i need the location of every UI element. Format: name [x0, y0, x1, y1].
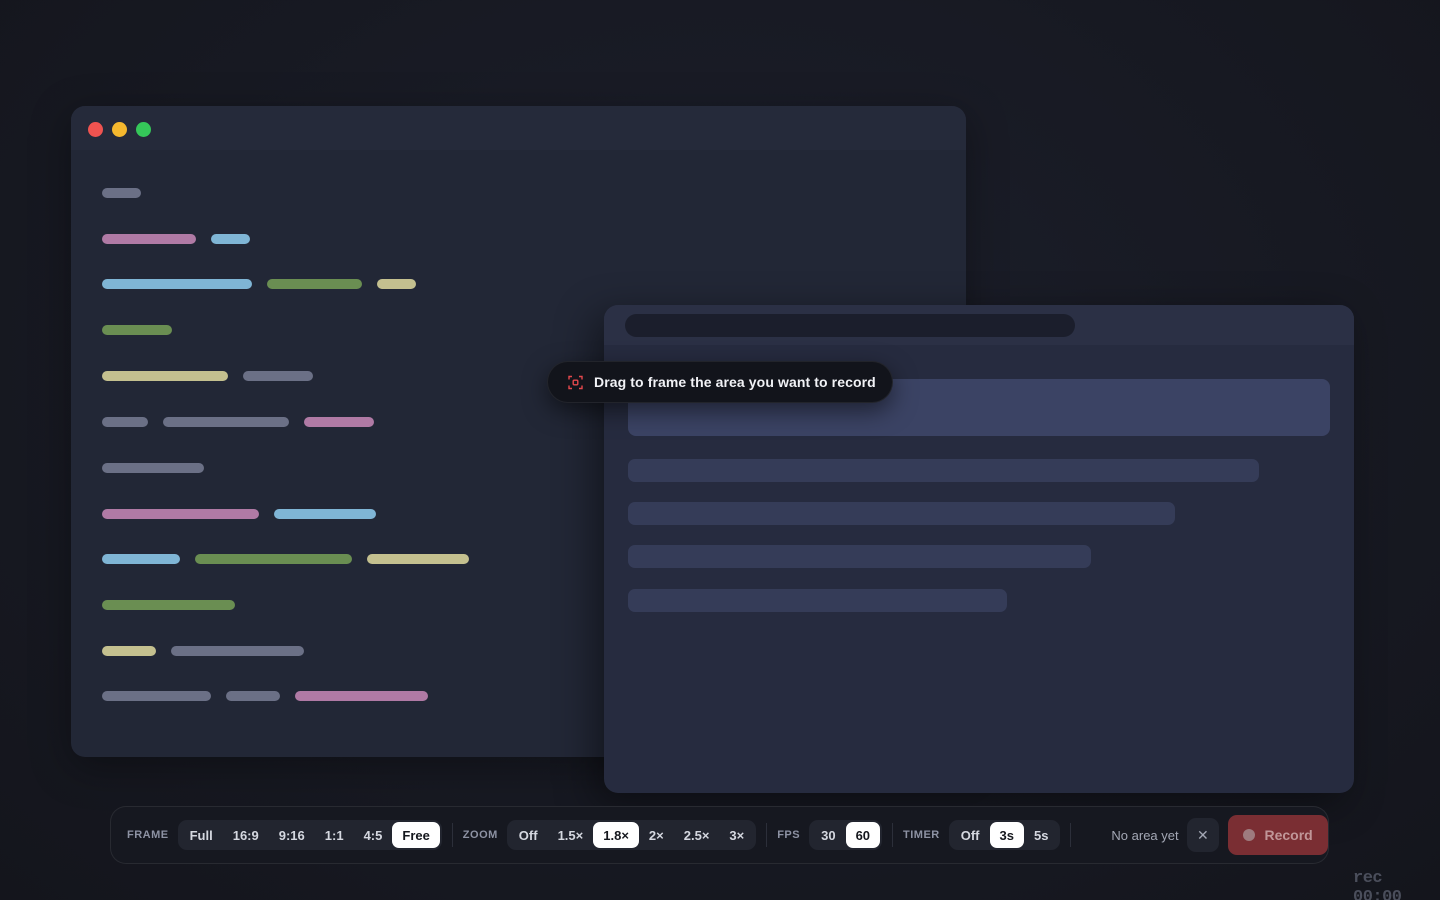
frame-option[interactable]: 1:1 — [315, 822, 354, 848]
toolbar-divider — [766, 823, 768, 847]
close-icon: ✕ — [1197, 826, 1209, 843]
browser-header — [604, 305, 1354, 345]
zoom-option[interactable]: 1.8× — [593, 822, 639, 848]
frame-selector: Full 16:9 9:16 1:1 4:5 Free — [177, 820, 442, 850]
frame-label: FRAME — [127, 829, 169, 841]
zoom-option[interactable]: 3× — [719, 822, 754, 848]
zoom-option[interactable]: 2× — [639, 822, 674, 848]
content-line — [628, 459, 1259, 482]
code-token — [102, 325, 172, 335]
code-token — [295, 691, 428, 701]
frame-hint-text: Drag to frame the area you want to recor… — [594, 374, 876, 390]
frame-option[interactable]: 9:16 — [269, 822, 315, 848]
timer-selector: Off 3s 5s — [948, 820, 1061, 850]
code-token — [171, 646, 304, 656]
frame-option[interactable]: Full — [180, 822, 223, 848]
code-token — [304, 417, 374, 427]
url-bar[interactable] — [625, 314, 1075, 337]
frame-option[interactable]: Free — [392, 822, 440, 848]
maximize-window-button[interactable] — [136, 122, 151, 137]
zoom-option[interactable]: 1.5× — [548, 822, 594, 848]
code-token — [102, 417, 148, 427]
content-line — [628, 502, 1175, 525]
code-token — [102, 463, 204, 473]
frame-hint-tooltip: Drag to frame the area you want to recor… — [547, 361, 893, 403]
recording-toolbar: FRAME Full 16:9 9:16 1:1 4:5 Free ZOOM Off 1.5… — [110, 806, 1329, 864]
record-label: Record — [1264, 827, 1313, 843]
timer-option[interactable]: 3s — [989, 822, 1024, 848]
code-token — [274, 509, 376, 519]
timer-option[interactable]: 5s — [1024, 822, 1058, 848]
timer-label: TIMER — [903, 829, 940, 841]
code-token — [267, 279, 362, 289]
code-token — [102, 371, 228, 381]
code-token — [195, 554, 352, 564]
clear-area-button[interactable]: ✕ — [1186, 818, 1220, 852]
code-token — [367, 554, 469, 564]
minimize-window-button[interactable] — [112, 122, 127, 137]
code-token — [102, 646, 156, 656]
frame-option[interactable]: 16:9 — [223, 822, 269, 848]
fps-option[interactable]: 60 — [845, 822, 881, 848]
close-window-button[interactable] — [88, 122, 103, 137]
zoom-option[interactable]: 2.5× — [674, 822, 720, 848]
fps-label: FPS — [777, 829, 801, 841]
zoom-selector: Off 1.5× 1.8× 2× 2.5× 3× — [506, 820, 757, 850]
toolbar-divider — [892, 823, 893, 847]
timer-option[interactable]: Off — [951, 822, 990, 848]
record-dot-icon — [1243, 829, 1256, 841]
code-token — [102, 279, 252, 289]
content-line — [628, 545, 1091, 568]
code-token — [211, 234, 250, 244]
code-token — [102, 554, 180, 564]
code-token — [102, 234, 196, 244]
recording-timer: rec 00:00 — [1353, 869, 1402, 900]
code-token — [102, 691, 211, 701]
frame-option[interactable]: 4:5 — [354, 822, 393, 848]
frame-select-icon — [568, 375, 583, 390]
fps-option[interactable]: 30 — [811, 822, 845, 848]
code-token — [102, 188, 141, 198]
code-token — [102, 600, 235, 610]
code-token — [163, 417, 289, 427]
editor-titlebar — [71, 106, 966, 150]
content-line — [628, 589, 1007, 612]
toolbar-divider — [451, 823, 453, 847]
zoom-label: ZOOM — [462, 829, 498, 841]
code-token — [226, 691, 280, 701]
code-token — [243, 371, 313, 381]
zoom-option[interactable]: Off — [509, 822, 548, 848]
toolbar-divider — [1070, 823, 1072, 847]
record-button[interactable]: Record — [1228, 815, 1328, 855]
code-token — [102, 509, 259, 519]
fps-selector: 30 60 — [809, 820, 883, 850]
area-status: No area yet — [1111, 827, 1179, 843]
code-token — [377, 279, 416, 289]
